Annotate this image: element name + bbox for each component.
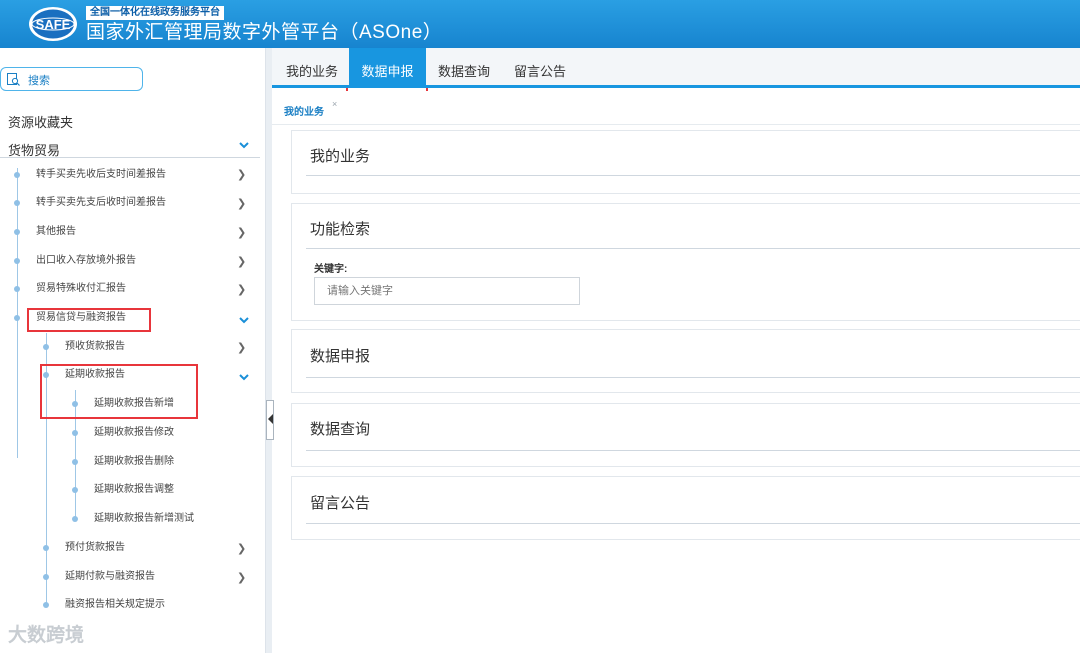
chevron-right-icon: ❯	[237, 543, 247, 555]
sidebar-item[interactable]: 延期收款报告调整	[94, 480, 174, 500]
highlight-box	[40, 364, 198, 419]
divider	[306, 450, 1080, 451]
chevron-down-icon	[239, 317, 249, 324]
chevron-down-icon	[239, 142, 249, 149]
tree-dot	[43, 344, 49, 350]
tree-dot	[14, 258, 20, 264]
panel-announcements: 留言公告	[291, 476, 1080, 540]
divider	[306, 175, 1080, 176]
tab-my-business[interactable]: 我的业务	[280, 48, 344, 85]
breadcrumb-bar: 我的业务 ×	[272, 91, 1080, 125]
chevron-right-icon: ❯	[237, 342, 247, 354]
sidebar-item[interactable]: 延期收款报告修改	[94, 423, 174, 443]
highlight-box	[27, 308, 151, 332]
sidebar-item[interactable]: 融资报告相关规定提示	[65, 595, 165, 615]
sidebar-item[interactable]: 出口收入存放境外报告	[36, 251, 136, 271]
tree-dot	[72, 487, 78, 493]
chevron-right-icon: ❯	[237, 198, 247, 210]
keyword-input[interactable]	[314, 277, 580, 305]
chevron-right-icon: ❯	[237, 256, 247, 268]
divider	[306, 523, 1080, 524]
collapse-sidebar-handle[interactable]	[266, 400, 274, 440]
top-tabbar: 我的业务 数据申报 数据查询 留言公告	[272, 48, 1080, 88]
tree-dot	[14, 200, 20, 206]
tree-dot	[72, 459, 78, 465]
panel-title[interactable]: 数据查询	[310, 418, 370, 439]
app-header: SAFE 全国一体化在线政务服务平台 国家外汇管理局数字外管平台（ASOne）	[0, 0, 1080, 48]
sidebar-item[interactable]: 转手买卖先收后支时间差报告	[36, 165, 166, 185]
sidebar-group-goods-trade[interactable]: 货物贸易	[0, 136, 260, 158]
chevron-right-icon: ❯	[237, 572, 247, 584]
panel-title[interactable]: 数据申报	[310, 345, 370, 366]
tree-line	[17, 168, 18, 458]
tree-dot	[14, 172, 20, 178]
keyword-label: 关键字:	[314, 264, 348, 275]
sidebar-item[interactable]: 延期收款报告新增测试	[94, 509, 194, 529]
sidebar-item[interactable]: 延期付款与融资报告	[65, 567, 155, 587]
panel-function-search: 功能检索 关键字:	[291, 203, 1080, 321]
platform-title: 国家外汇管理局数字外管平台（ASOne）	[86, 22, 443, 43]
tab-data-query[interactable]: 数据查询	[432, 48, 496, 85]
chevron-down-icon	[239, 374, 249, 381]
sidebar: 搜索 资源收藏夹 货物贸易 转手买卖先收后支时间差报告 ❯ 转手买卖先支后收时间…	[0, 48, 266, 653]
tree-dot	[14, 315, 20, 321]
tree-dot	[43, 574, 49, 580]
sidebar-splitter	[266, 48, 272, 653]
resource-favorites[interactable]: 资源收藏夹	[8, 112, 73, 131]
sidebar-item[interactable]: 预收货款报告	[65, 337, 125, 357]
chevron-right-icon: ❯	[237, 284, 247, 296]
divider	[306, 248, 1080, 249]
panel-my-business: 我的业务	[291, 130, 1080, 194]
tree-dot	[14, 229, 20, 235]
panel-title[interactable]: 我的业务	[310, 145, 370, 166]
platform-subtitle: 全国一体化在线政务服务平台	[86, 6, 224, 20]
close-icon[interactable]: ×	[332, 99, 337, 109]
panel-data-query: 数据查询	[291, 403, 1080, 467]
search-icon	[7, 73, 20, 86]
sidebar-item[interactable]: 其他报告	[36, 222, 76, 242]
tree-dot	[72, 516, 78, 522]
arrow-left-icon	[268, 414, 273, 424]
sidebar-item[interactable]: 转手买卖先支后收时间差报告	[36, 193, 166, 213]
watermark: 大数跨境	[8, 625, 85, 646]
safe-logo: SAFE	[29, 7, 77, 41]
tree-dot	[14, 286, 20, 292]
svg-text:SAFE: SAFE	[36, 17, 71, 32]
tree-dot	[72, 430, 78, 436]
panel-title[interactable]: 留言公告	[310, 492, 370, 513]
tree-dot	[43, 602, 49, 608]
tab-announcements[interactable]: 留言公告	[508, 48, 572, 85]
panel-data-report: 数据申报	[291, 329, 1080, 393]
divider	[306, 377, 1080, 378]
panel-title[interactable]: 功能检索	[310, 218, 370, 239]
breadcrumb-tab[interactable]: 我的业务	[284, 103, 324, 118]
sidebar-search-button[interactable]: 搜索	[0, 67, 143, 91]
sidebar-item[interactable]: 贸易特殊收付汇报告	[36, 279, 126, 299]
search-label: 搜索	[28, 75, 50, 87]
group-label: 货物贸易	[8, 143, 61, 158]
tab-data-report[interactable]: 数据申报	[349, 48, 426, 85]
sidebar-item[interactable]: 延期收款报告删除	[94, 452, 174, 472]
chevron-right-icon: ❯	[237, 169, 247, 181]
chevron-right-icon: ❯	[237, 227, 247, 239]
sidebar-item[interactable]: 预付货款报告	[65, 538, 125, 558]
tree-dot	[43, 545, 49, 551]
